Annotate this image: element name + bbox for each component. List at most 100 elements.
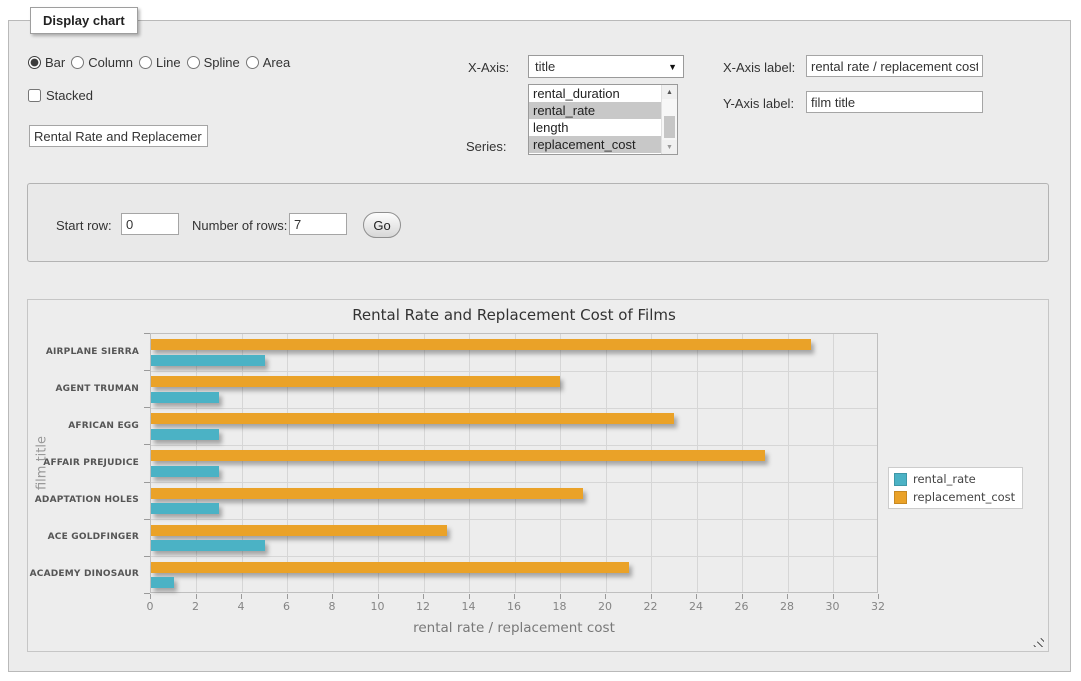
radio-spline[interactable]	[187, 56, 200, 69]
legend-label: rental_rate	[913, 472, 976, 486]
x-tick-mark	[150, 594, 151, 599]
x-tick-mark	[332, 594, 333, 599]
bar-rental_rate	[151, 540, 265, 551]
x-tick-label: 30	[815, 600, 851, 613]
series-option-rental_rate[interactable]: rental_rate	[529, 102, 661, 119]
bar-rental_rate	[151, 466, 219, 477]
gridline	[378, 334, 379, 592]
gridline	[287, 334, 288, 592]
gridline	[515, 334, 516, 592]
gridline	[606, 334, 607, 592]
x-tick-mark	[696, 594, 697, 599]
series-option-rental_duration[interactable]: rental_duration	[529, 85, 661, 102]
x-tick-label: 26	[724, 600, 760, 613]
gridline	[242, 334, 243, 592]
series-option-replacement_cost[interactable]: replacement_cost	[529, 136, 661, 153]
gridline	[424, 334, 425, 592]
gridline	[151, 371, 877, 372]
scroll-up-icon[interactable]: ▲	[662, 85, 677, 99]
page: Display chart BarColumnLineSplineArea St…	[0, 0, 1081, 681]
x-tick-label: 8	[314, 600, 350, 613]
x-tick-mark	[469, 594, 470, 599]
start-row-input[interactable]	[121, 213, 179, 235]
legend-label: replacement_cost	[913, 490, 1015, 504]
bar-replacement_cost	[151, 488, 583, 499]
radio-label: Line	[156, 55, 181, 70]
stacked-checkbox[interactable]	[28, 89, 41, 102]
x-tick-label: 12	[405, 600, 441, 613]
x-tick-label: 10	[360, 600, 396, 613]
x-tick-label: 28	[769, 600, 805, 613]
category-label: ADAPTATION HOLES	[28, 495, 139, 505]
stacked-checkbox-row[interactable]: Stacked	[28, 88, 93, 103]
x-tick-mark	[742, 594, 743, 599]
x-tick-mark	[241, 594, 242, 599]
number-of-rows-label: Number of rows:	[192, 218, 287, 233]
bar-rental_rate	[151, 577, 174, 588]
x-tick-label: 18	[542, 600, 578, 613]
series-option-length[interactable]: length	[529, 119, 661, 136]
bar-rental_rate	[151, 429, 219, 440]
series-listbox-scrollbar[interactable]: ▲ ▼	[661, 85, 677, 154]
chart-title: Rental Rate and Replacement Cost of Film…	[150, 306, 878, 324]
y-axis-label-input[interactable]	[806, 91, 983, 113]
y-tick-mark	[144, 593, 150, 594]
x-tick-mark	[605, 594, 606, 599]
bar-replacement_cost	[151, 339, 811, 350]
x-axis-select[interactable]: title ▼	[528, 55, 684, 78]
y-axis-text-label: Y-Axis label:	[723, 96, 794, 111]
y-tick-mark	[144, 519, 150, 520]
category-label: AFRICAN EGG	[28, 421, 139, 431]
plot-area	[150, 333, 878, 593]
radio-label: Bar	[45, 55, 65, 70]
category-label: ACE GOLDFINGER	[28, 532, 139, 542]
go-button[interactable]: Go	[363, 212, 401, 238]
y-tick-mark	[144, 556, 150, 557]
y-tick-mark	[144, 482, 150, 483]
x-axis-selected-value: title	[535, 59, 555, 74]
y-tick-mark	[144, 444, 150, 445]
chart-type-radio-spline[interactable]: Spline	[187, 55, 240, 70]
bar-rental_rate	[151, 355, 265, 366]
radio-label: Area	[263, 55, 290, 70]
x-tick-mark	[787, 594, 788, 599]
scrollbar-thumb[interactable]	[664, 116, 675, 138]
row-range-panel: Start row: Number of rows: Go	[27, 183, 1049, 262]
bar-rental_rate	[151, 503, 219, 514]
gridline	[151, 482, 877, 483]
x-tick-label: 4	[223, 600, 259, 613]
x-tick-label: 24	[678, 600, 714, 613]
radio-column[interactable]	[71, 56, 84, 69]
category-label: AGENT TRUMAN	[28, 384, 139, 394]
radio-bar[interactable]	[28, 56, 41, 69]
chart-title-input[interactable]	[29, 125, 208, 147]
gridline	[151, 556, 877, 557]
scroll-down-icon[interactable]: ▼	[662, 140, 677, 154]
series-listbox[interactable]: rental_durationrental_ratelengthreplacem…	[528, 84, 678, 155]
x-tick-mark	[833, 594, 834, 599]
x-tick-label: 2	[178, 600, 214, 613]
radio-area[interactable]	[246, 56, 259, 69]
radio-line[interactable]	[139, 56, 152, 69]
gridline	[469, 334, 470, 592]
chart-type-radio-area[interactable]: Area	[246, 55, 290, 70]
gridline	[151, 519, 877, 520]
chart-container: Rental Rate and Replacement Cost of Film…	[27, 299, 1049, 652]
radio-label: Column	[88, 55, 133, 70]
chart-type-radio-line[interactable]: Line	[139, 55, 181, 70]
x-axis-title: rental rate / replacement cost	[150, 620, 878, 636]
chart-type-radio-column[interactable]: Column	[71, 55, 133, 70]
gridline	[196, 334, 197, 592]
bar-rental_rate	[151, 392, 219, 403]
gridline	[742, 334, 743, 592]
bar-replacement_cost	[151, 525, 447, 536]
x-axis-label-input[interactable]	[806, 55, 983, 77]
gridline	[333, 334, 334, 592]
chart-type-radio-bar[interactable]: Bar	[28, 55, 65, 70]
resize-grip-icon[interactable]	[1032, 635, 1044, 647]
category-label: ACADEMY DINOSAUR	[28, 569, 139, 579]
gridline	[697, 334, 698, 592]
x-tick-mark	[423, 594, 424, 599]
number-of-rows-input[interactable]	[289, 213, 347, 235]
legend-item-rental_rate: rental_rate	[894, 472, 1015, 486]
